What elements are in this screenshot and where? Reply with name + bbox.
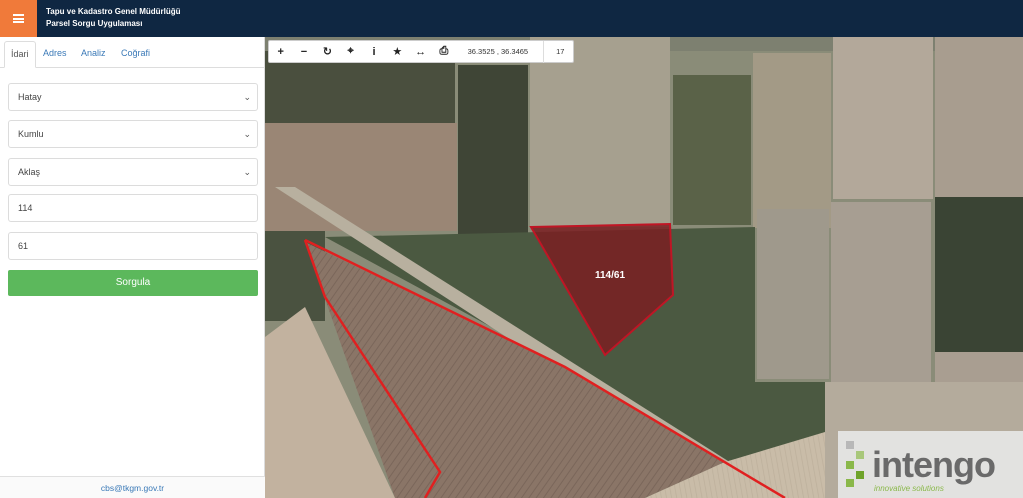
tab-adres[interactable]: Adres [37, 41, 73, 68]
tab-bar: İdari Adres Analiz Coğrafi [0, 37, 265, 68]
ada-input[interactable]: 114 [8, 194, 258, 222]
app-title-line2: Parsel Sorgu Uygulaması [46, 19, 143, 28]
footer-email[interactable]: cbs@tkgm.gov.tr [0, 476, 265, 498]
mahalle-select-value: Aklaş [18, 167, 41, 177]
refresh-icon[interactable]: ↻ [316, 41, 339, 63]
tab-cografi[interactable]: Coğrafi [115, 41, 156, 68]
chevron-down-icon: ⌄ [243, 167, 251, 177]
satellite-imagery: 114/61 [265, 37, 1023, 498]
tab-analiz[interactable]: Analiz [75, 41, 112, 68]
ilce-select-value: Kumlu [18, 129, 44, 139]
il-select[interactable]: Hatay ⌄ [8, 83, 258, 111]
minus-icon[interactable]: − [292, 41, 315, 63]
app-title: Tapu ve Kadastro Genel Müdürlüğü Parsel … [46, 6, 181, 30]
ilce-select[interactable]: Kumlu ⌄ [8, 120, 258, 148]
plus-icon[interactable]: + [269, 41, 292, 63]
info-icon[interactable]: i [362, 41, 385, 63]
app-header: Tapu ve Kadastro Genel Müdürlüğü Parsel … [0, 0, 1023, 37]
chevron-down-icon: ⌄ [243, 129, 251, 139]
print-icon[interactable]: ⎙ [432, 41, 455, 63]
chevron-down-icon: ⌄ [243, 92, 251, 102]
il-select-value: Hatay [18, 92, 42, 102]
logo-wordmark: intengo [872, 444, 996, 485]
hamburger-icon[interactable] [0, 0, 37, 37]
intengo-mark-icon [846, 441, 864, 487]
mahalle-select[interactable]: Aklaş ⌄ [8, 158, 258, 186]
logo-tagline: innovative solutions [874, 484, 944, 493]
measure-icon[interactable]: ↔ [409, 41, 432, 63]
app-title-line1: Tapu ve Kadastro Genel Müdürlüğü [46, 7, 181, 16]
tab-idari[interactable]: İdari [4, 41, 36, 68]
map-view[interactable]: 114/61 [265, 37, 1023, 498]
map-toolbar: + − ↻ ⌖ i ★ ↔ ⎙ 36.3525 , 36.3465 17 [268, 40, 574, 63]
zoom-level: 17 [543, 40, 573, 63]
coordinates-readout: 36.3525 , 36.3465 [467, 47, 529, 56]
parcel-label: 114/61 [595, 270, 625, 281]
crosshair-icon[interactable]: ⌖ [339, 41, 362, 63]
sorgula-button[interactable]: Sorgula [8, 270, 258, 296]
sidebar: İdari Adres Analiz Coğrafi Hatay ⌄ Kumlu… [0, 37, 265, 498]
intengo-logo: intengo innovative solutions [838, 431, 1023, 498]
star-icon[interactable]: ★ [386, 41, 409, 63]
parsel-input[interactable]: 61 [8, 232, 258, 260]
